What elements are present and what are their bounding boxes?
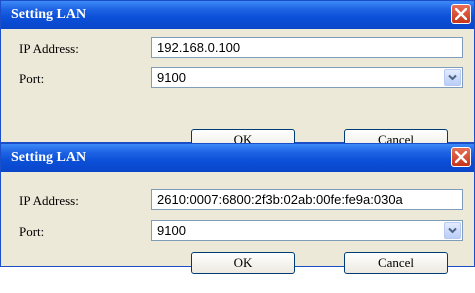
dialog-title: Setting LAN bbox=[11, 150, 87, 165]
close-button[interactable] bbox=[451, 147, 471, 167]
setting-lan-dialog: Setting LAN IP Address: 2610:0007:6800:2… bbox=[0, 143, 475, 274]
port-label: Port: bbox=[19, 224, 45, 239]
ip-address-input[interactable]: 2610:0007:6800:2f3b:02ab:00fe:fe9a:030a bbox=[151, 189, 463, 210]
port-label: Port: bbox=[19, 71, 45, 86]
ip-address-label: IP Address: bbox=[19, 193, 79, 208]
port-value: 9100 bbox=[157, 223, 186, 238]
chevron-down-icon bbox=[448, 227, 457, 234]
chevron-down-icon bbox=[448, 74, 457, 81]
port-dropdown-button[interactable] bbox=[444, 222, 461, 239]
port-select[interactable]: 9100 bbox=[151, 220, 463, 241]
ok-button[interactable]: OK bbox=[191, 252, 295, 274]
ip-address-value: 192.168.0.100 bbox=[157, 40, 241, 55]
close-button[interactable] bbox=[451, 4, 471, 24]
close-icon bbox=[455, 151, 467, 163]
close-icon bbox=[455, 8, 467, 20]
cancel-button[interactable]: Cancel bbox=[344, 252, 448, 274]
title-bar[interactable]: Setting LAN bbox=[1, 144, 474, 172]
ip-address-value: 2610:0007:6800:2f3b:02ab:00fe:fe9a:030a bbox=[157, 192, 403, 207]
port-value: 9100 bbox=[157, 70, 186, 85]
port-dropdown-button[interactable] bbox=[444, 69, 461, 86]
dialog-title: Setting LAN bbox=[11, 7, 87, 22]
title-bar[interactable]: Setting LAN bbox=[1, 1, 474, 29]
ip-address-label: IP Address: bbox=[19, 41, 79, 56]
port-select[interactable]: 9100 bbox=[151, 67, 463, 88]
setting-lan-dialog: Setting LAN IP Address: 192.168.0.100 Po… bbox=[0, 0, 475, 151]
ip-address-input[interactable]: 192.168.0.100 bbox=[151, 37, 463, 58]
